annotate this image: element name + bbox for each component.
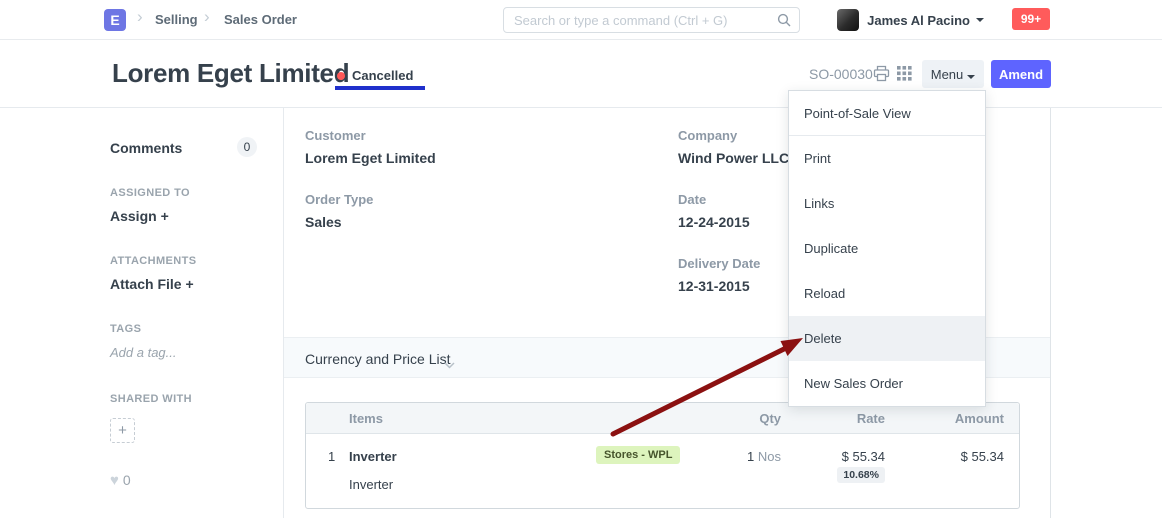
menu-button[interactable]: Menu xyxy=(922,60,984,88)
breadcrumb-chevron-icon: › xyxy=(137,7,143,27)
column-header-amount: Amount xyxy=(955,411,1004,426)
breadcrumb-chevron-icon: › xyxy=(204,7,210,27)
field-label-customer: Customer xyxy=(305,128,366,143)
search-input[interactable] xyxy=(514,9,769,31)
amend-button[interactable]: Amend xyxy=(991,60,1051,88)
attachments-label: ATTACHMENTS xyxy=(110,255,196,267)
status-indicator: Cancelled xyxy=(337,68,413,83)
warehouse-badge: Stores - WPL xyxy=(596,446,680,464)
field-value-date[interactable]: 12-24-2015 xyxy=(678,214,750,230)
sidebar-divider xyxy=(283,108,284,518)
item-amount: $ 55.34 xyxy=(961,449,1004,464)
assign-button[interactable]: Assign + xyxy=(110,208,169,224)
search-icon[interactable] xyxy=(777,13,791,32)
page-title: Lorem Eget Limited xyxy=(112,58,349,89)
apps-grid-icon[interactable] xyxy=(897,66,912,86)
items-table-header: Items Qty Rate Amount xyxy=(306,403,1019,434)
annotation-underline xyxy=(335,86,425,90)
menu-item-pos-view[interactable]: Point-of-Sale View xyxy=(789,91,985,136)
sidebar-item-comments[interactable]: Comments xyxy=(110,140,182,156)
column-header-qty: Qty xyxy=(759,411,781,426)
document-id: SO-00030 xyxy=(809,66,873,82)
field-label-delivery-date: Delivery Date xyxy=(678,256,760,271)
menu-dropdown: Point-of-Sale View Print Links Duplicate… xyxy=(788,90,986,407)
field-label-date: Date xyxy=(678,192,706,207)
sales-order-page: E › Selling › Sales Order James Al Pacin… xyxy=(0,0,1162,518)
page-head: Lorem Eget Limited Cancelled SO-00030 Me… xyxy=(0,40,1162,108)
item-margin-badge: 10.68% xyxy=(837,467,885,483)
chevron-down-icon xyxy=(967,75,975,79)
print-icon[interactable] xyxy=(873,65,890,87)
field-label-company: Company xyxy=(678,128,737,143)
attach-file-button[interactable]: Attach File + xyxy=(110,276,194,292)
field-value-company[interactable]: Wind Power LLC xyxy=(678,150,789,166)
item-name[interactable]: Inverter xyxy=(349,449,397,464)
field-value-customer[interactable]: Lorem Eget Limited xyxy=(305,150,436,166)
add-tag-input[interactable]: Add a tag... xyxy=(110,345,177,360)
row-index: 1 xyxy=(328,449,335,464)
notifications-badge[interactable]: 99+ xyxy=(1012,8,1050,30)
field-label-order-type: Order Type xyxy=(305,192,373,207)
avatar xyxy=(837,9,859,31)
menu-item-links[interactable]: Links xyxy=(789,181,985,226)
global-search xyxy=(503,7,800,33)
field-value-delivery-date[interactable]: 12-31-2015 xyxy=(678,278,750,294)
status-badge: Cancelled xyxy=(352,68,413,83)
app-logo[interactable]: E xyxy=(104,9,126,31)
assigned-to-label: ASSIGNED TO xyxy=(110,187,190,199)
comments-count-badge: 0 xyxy=(237,137,257,157)
column-header-rate: Rate xyxy=(857,411,885,426)
user-menu[interactable]: James Al Pacino xyxy=(837,8,984,32)
breadcrumb-doctype[interactable]: Sales Order xyxy=(224,12,297,27)
likes-count: 0 xyxy=(123,472,131,488)
items-table: Items Qty Rate Amount 1 Inverter Stores … xyxy=(305,402,1020,509)
heart-icon[interactable]: ♥ xyxy=(110,472,119,489)
item-uom: Nos xyxy=(758,449,781,464)
menu-item-reload[interactable]: Reload xyxy=(789,271,985,316)
column-header-items: Items xyxy=(349,411,383,426)
user-name: James Al Pacino xyxy=(867,13,970,28)
menu-item-delete[interactable]: Delete xyxy=(789,316,985,361)
menu-item-duplicate[interactable]: Duplicate xyxy=(789,226,985,271)
section-title: Currency and Price List xyxy=(305,351,451,367)
item-rate: $ 55.34 xyxy=(842,449,885,464)
item-description: Inverter xyxy=(349,477,393,492)
tags-label: TAGS xyxy=(110,323,141,335)
status-dot-icon xyxy=(337,72,345,80)
add-share-button[interactable]: + xyxy=(110,418,135,443)
menu-item-print[interactable]: Print xyxy=(789,136,985,181)
shared-with-label: SHARED WITH xyxy=(110,393,192,405)
content-right-divider xyxy=(1050,108,1051,518)
chevron-down-icon xyxy=(976,18,984,22)
menu-item-new-sales-order[interactable]: New Sales Order xyxy=(789,361,985,406)
top-navbar: E › Selling › Sales Order James Al Pacin… xyxy=(0,0,1162,40)
field-value-order-type[interactable]: Sales xyxy=(305,214,342,230)
chevron-down-icon xyxy=(444,356,455,374)
like-counter[interactable]: ♥0 xyxy=(110,472,131,489)
breadcrumb-module[interactable]: Selling xyxy=(155,12,198,27)
item-qty: 1 Nos xyxy=(747,449,781,464)
